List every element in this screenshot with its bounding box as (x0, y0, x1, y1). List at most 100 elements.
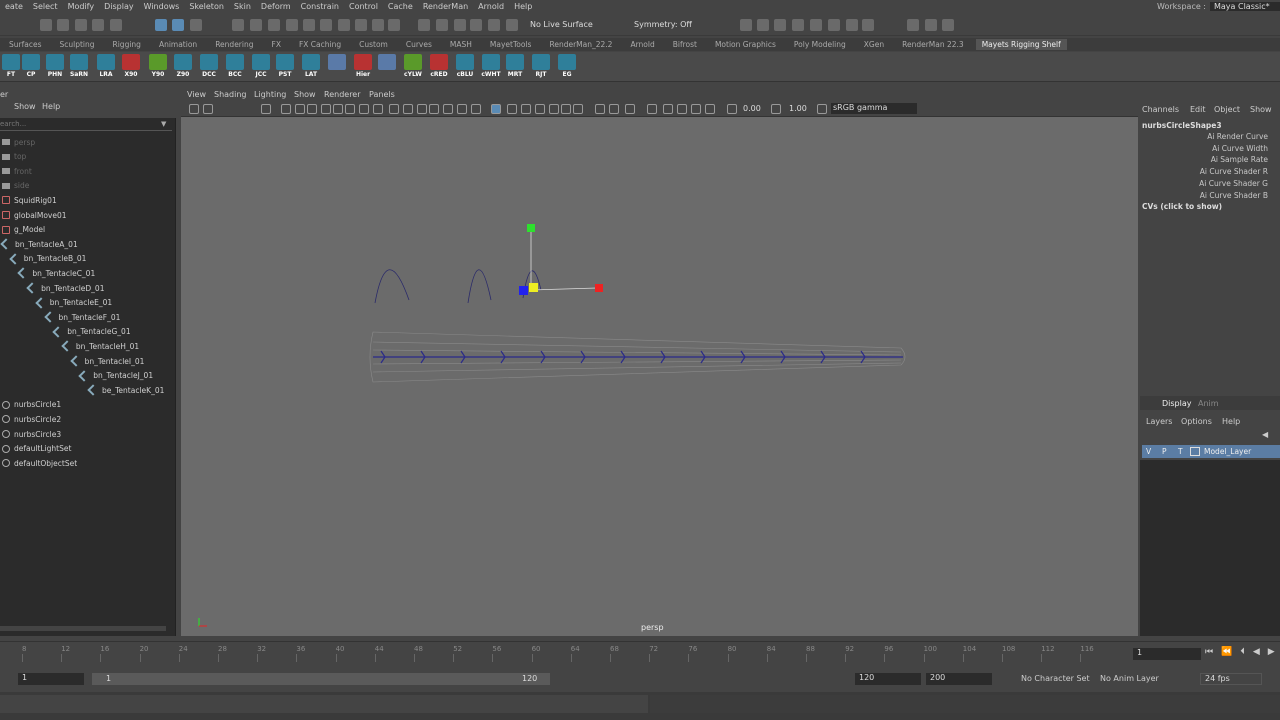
channelbox-menu-channels[interactable]: Channels (1142, 105, 1179, 114)
status-tool-10-icon[interactable] (268, 19, 280, 31)
menu-constrain[interactable]: Constrain (301, 2, 339, 11)
viewport-tool-11-icon[interactable] (389, 104, 399, 114)
viewport-menu-view[interactable]: View (187, 90, 206, 99)
colorspace-dropdown[interactable]: sRGB gamma (831, 103, 917, 114)
viewport-tool-35-icon[interactable] (817, 104, 827, 114)
menu-skin[interactable]: Skin (234, 2, 251, 11)
shelf-button-pst[interactable]: PST (274, 54, 296, 80)
viewport-tool-13-icon[interactable] (417, 104, 427, 114)
step-back-frame-icon[interactable]: ⏴ (1240, 647, 1245, 657)
status-tool-27-icon[interactable] (792, 19, 804, 31)
outliner-item[interactable]: SquidRig01 (2, 193, 57, 207)
viewport-tool-8-icon[interactable] (345, 104, 355, 114)
menu-renderman[interactable]: RenderMan (423, 2, 468, 11)
range-bar[interactable]: 1 120 (92, 673, 550, 685)
viewport-tool-5-icon[interactable] (307, 104, 317, 114)
outliner-menu-help[interactable]: Help (42, 102, 60, 111)
status-tool-26-icon[interactable] (774, 19, 786, 31)
arrow-left-icon[interactable]: ◀ (1262, 430, 1268, 439)
tab-animation[interactable]: Animation (159, 40, 197, 49)
outliner-search-field[interactable]: earch... ▼ (0, 119, 172, 131)
outliner-item[interactable]: bn_TentacleG_01 (52, 325, 131, 339)
status-tool-30-icon[interactable] (846, 19, 858, 31)
tab-rendering[interactable]: Rendering (215, 40, 253, 49)
shelf-button-cred[interactable]: cRED (428, 54, 450, 80)
symmetry-label[interactable]: Symmetry: Off (634, 20, 692, 29)
viewport-tool-6-icon[interactable] (321, 104, 331, 114)
outliner-item[interactable]: bn_TentacleB_01 (9, 252, 86, 266)
layer-row[interactable]: V P T Model_Layer (1142, 445, 1280, 458)
outliner-item[interactable]: bn_TentacleJ_01 (78, 369, 153, 383)
status-tool-16-icon[interactable] (372, 19, 384, 31)
shelf-button-eg[interactable]: EG (556, 54, 578, 80)
menu-modify[interactable]: Modify (68, 2, 95, 11)
viewport-tool-20-icon[interactable] (521, 104, 531, 114)
outliner-item[interactable]: side (2, 179, 29, 193)
viewport-tool-0-icon[interactable] (189, 104, 199, 114)
status-tool-25-icon[interactable] (757, 19, 769, 31)
viewport-tool-25-icon[interactable] (595, 104, 605, 114)
viewport-tool-9-icon[interactable] (359, 104, 369, 114)
outliner-item[interactable]: bn_TentacleC_01 (17, 266, 95, 280)
tab-motion-graphics[interactable]: Motion Graphics (715, 40, 776, 49)
channelbox-menu-object[interactable]: Object (1214, 105, 1240, 114)
viewport-tool-31-icon[interactable] (691, 104, 701, 114)
viewport-tool-27-icon[interactable] (625, 104, 635, 114)
outliner-item[interactable]: top (2, 150, 26, 164)
channel-attribute[interactable]: Ai Curve Shader G (1199, 179, 1268, 188)
tab-poly-modeling[interactable]: Poly Modeling (794, 40, 846, 49)
channel-attribute[interactable]: Ai Curve Shader R (1200, 167, 1268, 176)
max-time-field[interactable]: 200 (926, 673, 992, 685)
channel-attribute[interactable]: Ai Render Curve (1207, 132, 1268, 141)
play-forward-icon[interactable]: ▶ (1268, 647, 1275, 657)
tab-mash[interactable]: MASH (450, 40, 472, 49)
tab-rigging[interactable]: Rigging (113, 40, 141, 49)
viewport-menu-shading[interactable]: Shading (214, 90, 247, 99)
status-tool-3-icon[interactable] (92, 19, 104, 31)
viewport-tool-16-icon[interactable] (457, 104, 467, 114)
outliner-item[interactable]: globalMove01 (2, 208, 67, 222)
shelf-button-cblu[interactable]: cBLU (454, 54, 476, 80)
status-tool-34-icon[interactable] (942, 19, 954, 31)
outliner-item[interactable]: bn_TentacleI_01 (69, 354, 144, 368)
outliner-item[interactable]: bn_TentacleH_01 (61, 339, 139, 353)
viewport-tool-12-icon[interactable] (403, 104, 413, 114)
status-tool-0-icon[interactable] (40, 19, 52, 31)
status-tool-5-icon[interactable] (155, 19, 167, 31)
gamma-field[interactable]: 1.00 (789, 104, 807, 113)
workspace-selector[interactable]: Workspace : Maya Classic* (1153, 0, 1280, 13)
menu-cache[interactable]: Cache (388, 2, 413, 11)
tab-anim[interactable]: Anim (1198, 399, 1219, 408)
viewport-tool-17-icon[interactable] (471, 104, 481, 114)
viewport-tool-24-icon[interactable] (573, 104, 583, 114)
status-tool-23-icon[interactable] (506, 19, 518, 31)
viewport-tool-28-icon[interactable] (647, 104, 657, 114)
viewport-menu-lighting[interactable]: Lighting (254, 90, 286, 99)
tab-renderman-22-2[interactable]: RenderMan_22.2 (549, 40, 612, 49)
status-tool-8-icon[interactable] (232, 19, 244, 31)
shelf-button-rjt[interactable]: RJT (530, 54, 552, 80)
tab-arnold[interactable]: Arnold (630, 40, 654, 49)
outliner-item[interactable]: persp (2, 135, 35, 149)
menu-deform[interactable]: Deform (261, 2, 291, 11)
layer-name[interactable]: Model_Layer (1204, 447, 1251, 456)
channelbox-node-name[interactable]: nurbsCircleShape3 (1142, 121, 1222, 130)
shelf-button-jcc[interactable]: JCC (250, 54, 272, 80)
exposure-field[interactable]: 0.00 (743, 104, 761, 113)
channelbox-menu-edit[interactable]: Edit (1190, 105, 1206, 114)
tab-fx[interactable]: FX (272, 40, 281, 49)
shelf-button-cp[interactable]: CP (20, 54, 42, 80)
viewport-tool-1-icon[interactable] (203, 104, 213, 114)
viewport-tool-19-icon[interactable] (507, 104, 517, 114)
viewport-menu-show[interactable]: Show (294, 90, 316, 99)
shelf-button-cwht[interactable]: cWHT (480, 54, 502, 80)
status-tool-28-icon[interactable] (810, 19, 822, 31)
menu-windows[interactable]: Windows (144, 2, 180, 11)
viewport-tool-18-icon[interactable] (491, 104, 501, 114)
viewport-tool-22-icon[interactable] (549, 104, 559, 114)
anim-layer-dropdown[interactable]: No Anim Layer (1100, 674, 1159, 683)
status-tool-18-icon[interactable] (418, 19, 430, 31)
status-tool-9-icon[interactable] (250, 19, 262, 31)
time-slider[interactable]: 8 12 16 20 24 28 32 36 40 44 48 52 56 60 64 68 72 76 80 84 8… (0, 641, 1280, 663)
menu-display[interactable]: Display (104, 2, 134, 11)
